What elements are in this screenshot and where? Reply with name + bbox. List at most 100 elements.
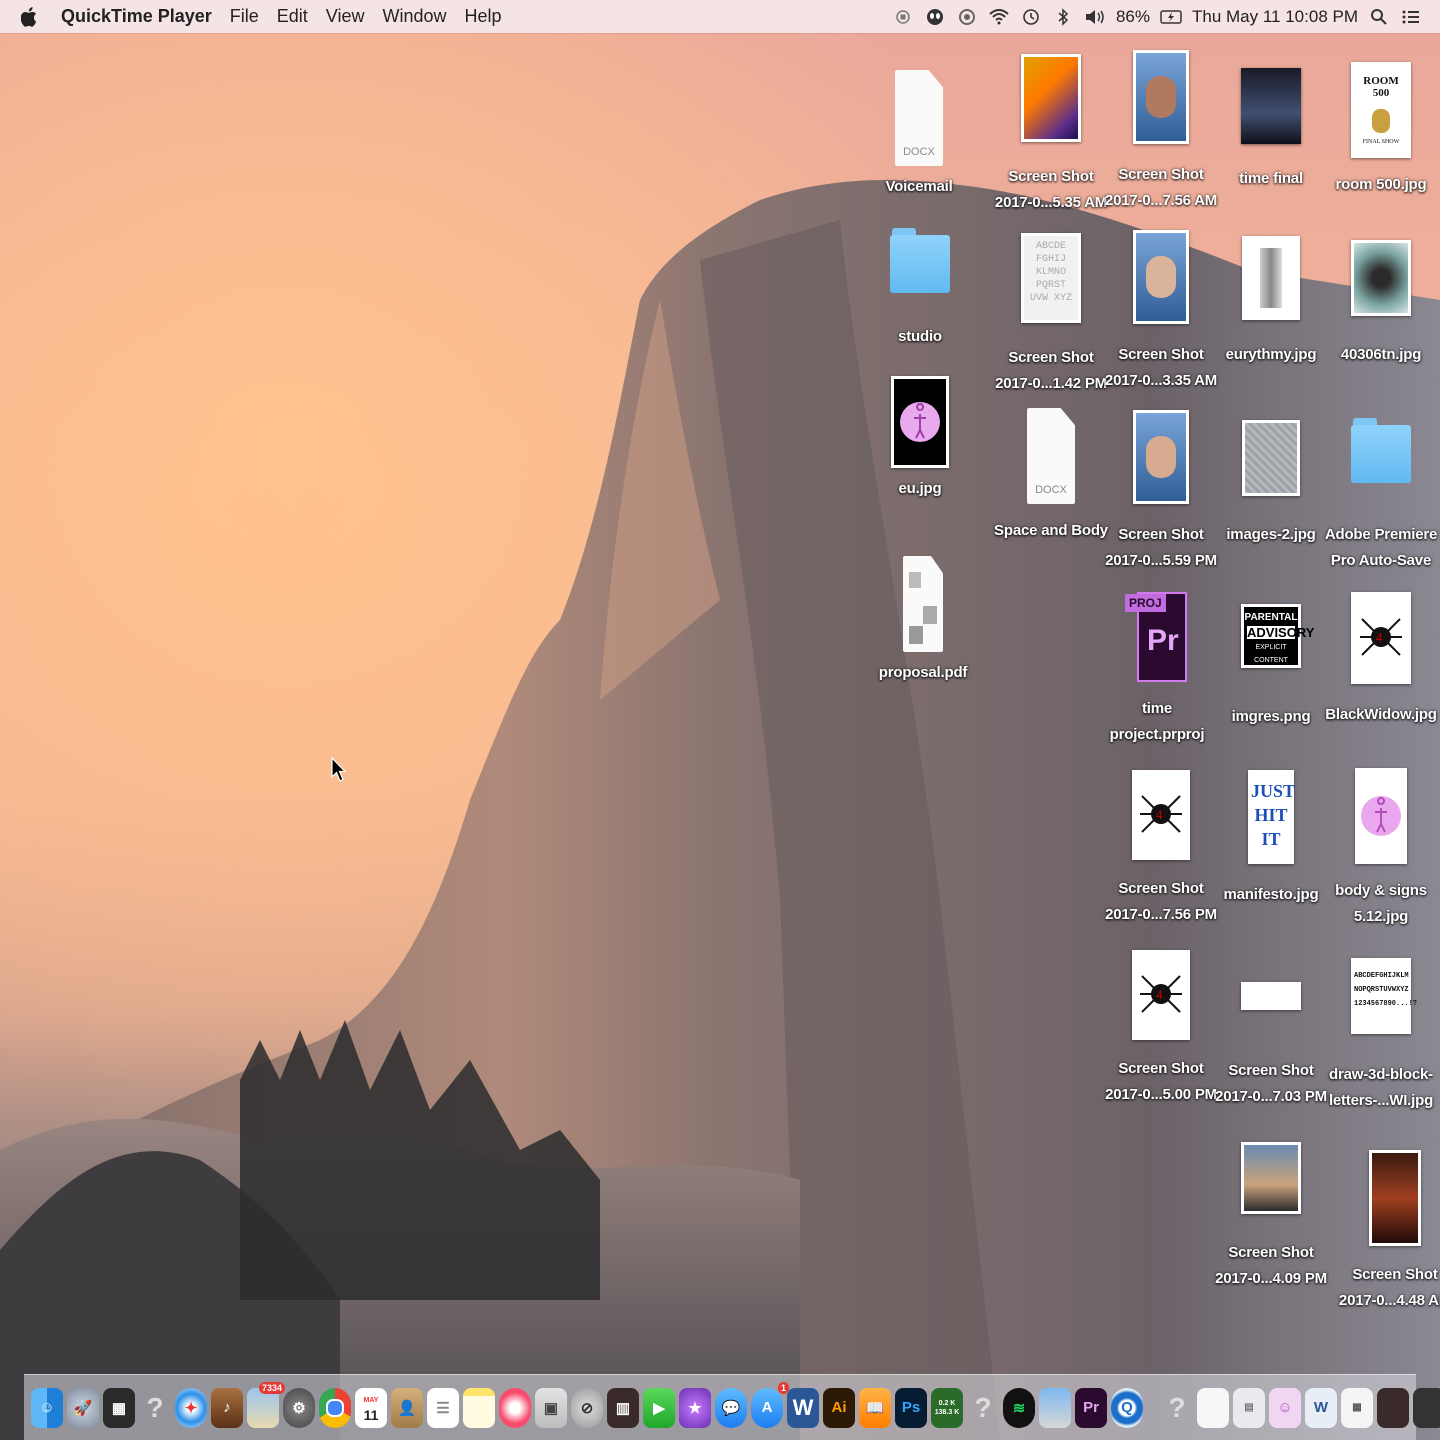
document-icon: DOCX: [1027, 408, 1075, 504]
notes-icon[interactable]: [463, 1387, 495, 1428]
contacts-icon[interactable]: 👤: [391, 1387, 423, 1428]
desktop-icon-screenshot-535am[interactable]: Screen Shot 2017-0...5.35 AM: [994, 54, 1108, 216]
safari-icon[interactable]: ✦: [175, 1387, 207, 1428]
desktop-icon-images-2-jpg[interactable]: images-2.jpg: [1216, 420, 1326, 548]
spotlight-search-icon[interactable]: [1368, 6, 1390, 28]
desktop-icon-screenshot-335am[interactable]: Screen Shot 2017-0...3.35 AM: [1105, 230, 1217, 394]
document-stack-icon[interactable]: [1197, 1387, 1229, 1428]
premiere-pro-icon[interactable]: Pr: [1075, 1387, 1107, 1428]
icon-label: 40306tn.jpg: [1340, 346, 1422, 363]
icon-label: Screen Shot 2017-0...7.56 PM: [1105, 880, 1217, 923]
battery-percent[interactable]: 86%: [1116, 7, 1150, 27]
reminders-icon[interactable]: ☰: [427, 1387, 459, 1428]
record-icon[interactable]: [892, 6, 914, 28]
desktop-icon-screenshot-448am[interactable]: Screen Shot 2017-0...4.48 AM: [1339, 1150, 1440, 1314]
word-document-stack-icon[interactable]: W: [1305, 1387, 1337, 1428]
menu-file[interactable]: File: [221, 6, 268, 27]
notification-center-icon[interactable]: [1400, 6, 1422, 28]
desktop-icon-screenshot-142pm[interactable]: ABCDE FGHIJ KLMNO PQRST UVW XYZ Screen Shot 2…: [995, 233, 1107, 397]
file-stack-icon[interactable]: ▤: [1233, 1387, 1265, 1428]
desktop-icon-imgres-png[interactable]: PARENTAL ADVISORY EXPLICIT CONTENT imgre…: [1216, 604, 1326, 730]
desktop-icon-voicemail[interactable]: DOCX Voicemail: [864, 70, 974, 200]
unknown-app-icon[interactable]: ?: [1161, 1388, 1193, 1428]
desktop-icon-proposal-pdf[interactable]: proposal.pdf: [868, 556, 978, 686]
desktop-icon-screenshot-756pm[interactable]: 4 Screen Shot 2017-0...7.56 PM: [1105, 770, 1217, 928]
illustrator-icon[interactable]: Ai: [823, 1387, 855, 1428]
quicktime-icon[interactable]: Q: [1111, 1387, 1143, 1428]
battery-icon[interactable]: [1160, 6, 1182, 28]
calendar-icon[interactable]: MAY 11: [355, 1387, 387, 1428]
app-store-icon[interactable]: A1: [751, 1381, 789, 1428]
desktop-icon-room-500-jpg[interactable]: ROOM 500 FINAL SHOW room 500.jpg: [1326, 62, 1436, 198]
photo-booth-icon[interactable]: ▥: [607, 1387, 639, 1428]
menu-view[interactable]: View: [317, 6, 374, 27]
unknown-app-icon[interactable]: ?: [139, 1388, 171, 1428]
system-preferences-icon[interactable]: ⚙: [283, 1387, 315, 1428]
image-thumbnail: [1133, 410, 1189, 504]
pdf-icon: [903, 556, 943, 652]
menu-window[interactable]: Window: [374, 6, 456, 27]
icon-label: Screen Shot 2017-0...5.59 PM: [1105, 526, 1217, 569]
desktop-icon-manifesto-jpg[interactable]: JUST HIT IT manifesto.jpg: [1216, 770, 1326, 908]
image-stack-icon[interactable]: ☺: [1269, 1387, 1301, 1428]
itunes-icon[interactable]: ♫: [499, 1387, 531, 1428]
image-thumbnail: [1351, 240, 1411, 316]
imovie-icon[interactable]: ★: [679, 1387, 711, 1428]
image-thumbnail: ABCDE FGHIJ KLMNO PQRST UVW XYZ: [1021, 233, 1081, 323]
app-menu[interactable]: QuickTime Player: [52, 6, 221, 27]
icon-label: eu.jpg: [898, 480, 942, 497]
desktop-icon-space-and-body[interactable]: DOCX Space and Body: [994, 408, 1108, 544]
volume-icon[interactable]: [1084, 6, 1106, 28]
preview-icon[interactable]: ▣: [535, 1387, 567, 1428]
desktop-icon-screenshot-703pm[interactable]: Screen Shot 2017-0...7.03 PM: [1215, 982, 1327, 1110]
icon-label: Screen Shot 2017-0...5.35 AM: [994, 168, 1108, 211]
ibooks-icon[interactable]: 📖: [859, 1387, 891, 1428]
desktop-icon-time-project-prproj[interactable]: Pr PROJ time project.prproj: [1102, 588, 1212, 748]
premiere-file-stack-icon[interactable]: [1413, 1387, 1440, 1428]
image-thumbnail: 4: [1132, 770, 1190, 860]
desktop-icon-studio[interactable]: studio: [865, 228, 975, 350]
svg-text:4: 4: [1376, 631, 1383, 645]
chrome-document-stack-icon[interactable]: ▦: [1341, 1387, 1373, 1428]
menu-edit[interactable]: Edit: [268, 6, 317, 27]
photos-image-icon[interactable]: 7334: [247, 1381, 285, 1428]
spotify-icon[interactable]: ≋: [1003, 1387, 1035, 1428]
garageband-icon[interactable]: ♪: [211, 1387, 243, 1428]
desktop-icon-screenshot-409pm[interactable]: Screen Shot 2017-0...4.09 PM: [1215, 1142, 1327, 1292]
desktop-icon-screenshot-500pm[interactable]: 4 Screen Shot 2017-0...5.00 PM: [1105, 950, 1217, 1108]
icon-label: manifesto.jpg: [1223, 886, 1319, 903]
image-capture-icon[interactable]: [1039, 1387, 1071, 1428]
svg-text:4: 4: [1156, 808, 1163, 822]
chrome-icon[interactable]: [319, 1387, 351, 1428]
disk-utility-icon[interactable]: ⊘: [571, 1387, 603, 1428]
photoshop-icon[interactable]: Ps: [895, 1387, 927, 1428]
messages-icon[interactable]: 💬: [715, 1387, 747, 1428]
desktop-icon-adobe-premiere-pro-auto-save[interactable]: Adobe Premiere Pro Auto-Save: [1325, 418, 1437, 574]
word-icon[interactable]: W: [787, 1387, 819, 1428]
finder-icon[interactable]: ☺: [31, 1387, 63, 1428]
desktop-icon-body-and-signs[interactable]: body & signs 5.12.jpg: [1326, 768, 1436, 930]
apple-menu-icon[interactable]: [16, 6, 44, 28]
time-machine-icon[interactable]: [1020, 6, 1042, 28]
desktop-icon-40306tn-jpg[interactable]: 40306tn.jpg: [1326, 240, 1436, 368]
sync-icon[interactable]: [956, 6, 978, 28]
photoshop-file-stack-icon[interactable]: [1377, 1387, 1409, 1428]
desktop-icon-screenshot-559pm[interactable]: Screen Shot 2017-0...5.59 PM: [1105, 410, 1217, 574]
wifi-icon[interactable]: [988, 6, 1010, 28]
desktop-icon-eu-jpg[interactable]: eu.jpg: [865, 376, 975, 502]
launchpad-icon[interactable]: 🚀: [67, 1387, 99, 1428]
menu-help[interactable]: Help: [456, 6, 511, 27]
desktop-icon-draw-3d-block-letters[interactable]: ABCDEFGHIJKLM NOPQRSTUVWXYZ 1234567890...!…: [1326, 958, 1436, 1114]
alien-icon[interactable]: [924, 6, 946, 28]
dashboard-icon[interactable]: ▦: [103, 1387, 135, 1428]
desktop-icon-blackwidow-jpg[interactable]: 4 BlackWidow.jpg: [1325, 592, 1437, 728]
unknown-app-icon[interactable]: ?: [967, 1388, 999, 1428]
desktop-icon-eurythmy-jpg[interactable]: eurythmy.jpg: [1216, 236, 1326, 368]
desktop-icon-time-final[interactable]: time final: [1216, 68, 1326, 192]
desktop-icon-screenshot-756am[interactable]: Screen Shot 2017-0...7.56 AM: [1105, 50, 1217, 214]
facetime-icon[interactable]: ▶: [643, 1387, 675, 1428]
menu-clock[interactable]: Thu May 11 10:08 PM: [1192, 7, 1358, 27]
network-monitor-icon[interactable]: 0.2 K 138.3 K: [931, 1387, 963, 1428]
bluetooth-icon[interactable]: [1052, 6, 1074, 28]
image-thumbnail: [1021, 54, 1081, 142]
